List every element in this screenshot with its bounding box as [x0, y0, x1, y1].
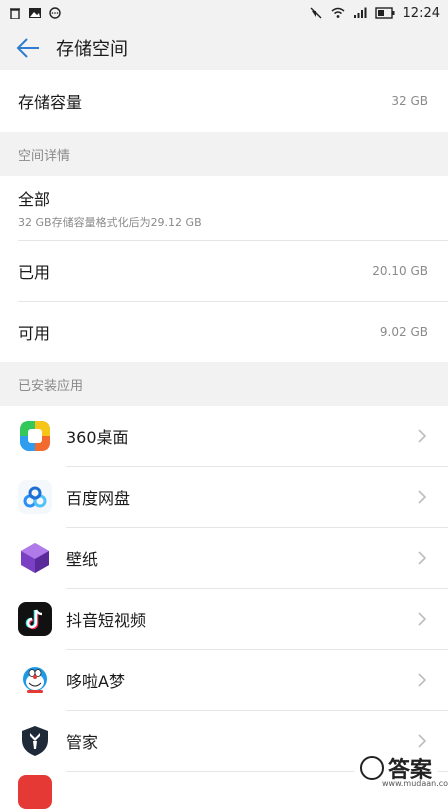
signal-icon [353, 7, 367, 18]
storage-free-value: 9.02 GB [379, 325, 428, 339]
capacity-label: 存储容量 [18, 93, 83, 112]
page-title: 存储空间 [56, 39, 128, 60]
watermark: 答案 www.mudaan.com [353, 750, 448, 788]
storage-free-label: 可用 [18, 324, 51, 343]
image-icon [29, 8, 41, 18]
app-item-doraemon[interactable]: 哆啦A梦 [0, 650, 448, 710]
mute-icon [310, 7, 322, 19]
capacity-value: 32 GB [391, 94, 428, 108]
app-item-wallpaper[interactable]: 壁纸 [0, 528, 448, 588]
app-name: 抖音短视频 [66, 611, 147, 630]
storage-free-row: 可用 9.02 GB [0, 302, 448, 362]
capacity-row: 存储容量 32 GB [0, 70, 448, 132]
clock: 12:24 [402, 5, 440, 21]
app-item-360-desktop[interactable]: 360桌面 [0, 406, 448, 466]
back-button[interactable] [0, 26, 56, 70]
apps-section-header: 已安装应用 [0, 362, 448, 406]
storage-all-label: 全部 [18, 190, 51, 209]
app-bar: 存储空间 [0, 26, 448, 70]
chevron-right-icon [418, 551, 427, 565]
status-bar: 12:24 [0, 0, 448, 26]
watermark-url: www.mudaan.com [381, 779, 448, 788]
storage-all-row: 全部 32 GB存储容量格式化后为29.12 GB [0, 176, 448, 240]
storage-used-row: 已用 20.10 GB [0, 241, 448, 301]
wallpaper-icon [18, 541, 52, 575]
app-name: 壁纸 [66, 550, 99, 569]
doraemon-icon [18, 663, 52, 697]
storage-used-label: 已用 [18, 263, 51, 282]
arrow-left-icon [16, 38, 39, 58]
watermark-logo-icon [359, 756, 384, 780]
app-item-baidu-netdisk[interactable]: 百度网盘 [0, 467, 448, 527]
message-icon [49, 7, 61, 19]
app-name: 百度网盘 [66, 489, 131, 508]
app-item-douyin[interactable]: 抖音短视频 [0, 589, 448, 649]
chevron-right-icon [418, 490, 427, 504]
douyin-icon [18, 602, 52, 636]
storage-all-subtitle: 32 GB存储容量格式化后为29.12 GB [18, 216, 202, 229]
chevron-right-icon [418, 612, 427, 626]
storage-used-value: 20.10 GB [372, 264, 428, 278]
chevron-right-icon [418, 673, 427, 687]
details-section-header: 空间详情 [0, 132, 448, 176]
manager-icon [18, 724, 52, 758]
app-name: 360桌面 [66, 428, 129, 447]
baidu-netdisk-icon [18, 480, 52, 514]
battery-icon [374, 7, 395, 19]
wifi-icon [331, 7, 345, 18]
360-desktop-icon [18, 419, 52, 453]
app-icon [18, 775, 52, 809]
app-name: 哆啦A梦 [66, 672, 125, 691]
trash-icon [10, 8, 20, 19]
app-name: 管家 [66, 733, 99, 752]
chevron-right-icon [418, 734, 427, 748]
chevron-right-icon [418, 429, 427, 443]
